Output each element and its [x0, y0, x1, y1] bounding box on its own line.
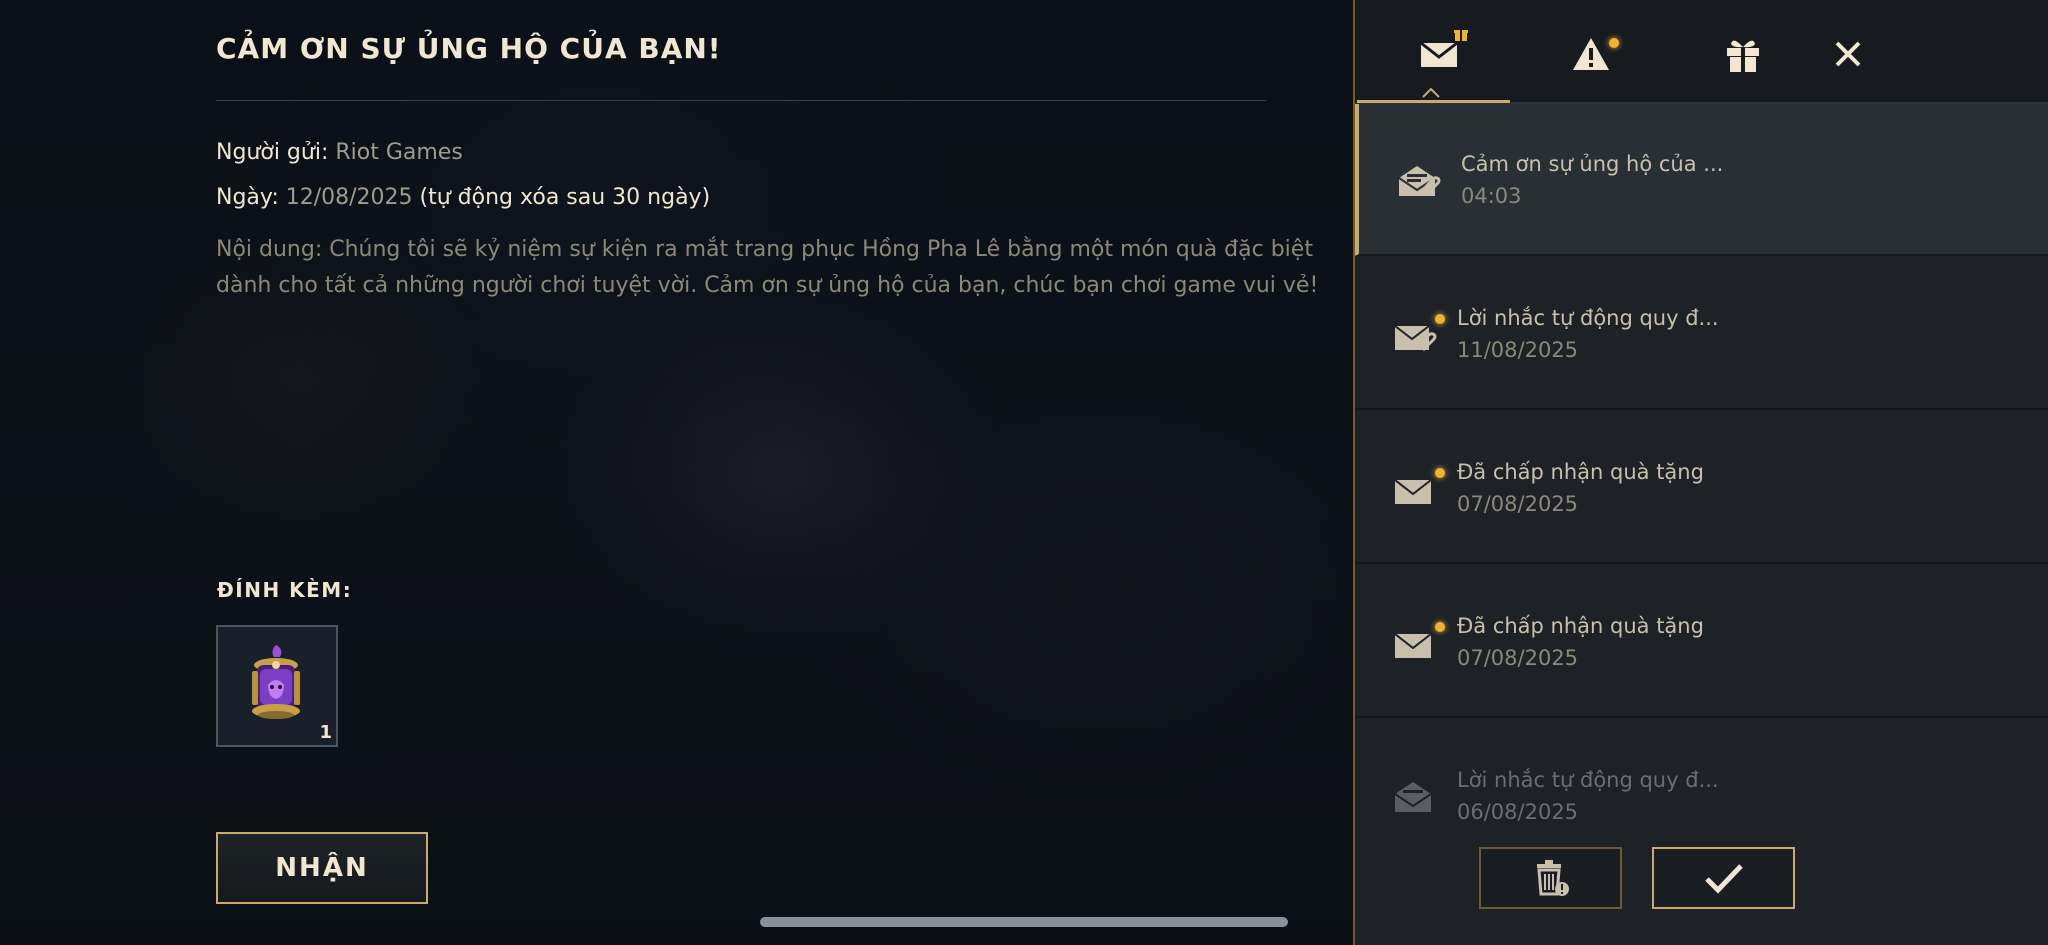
inbox-item-date: 07/08/2025 [1457, 492, 1579, 516]
gift-badge-icon [1454, 30, 1468, 41]
date-label: Ngày: [216, 185, 286, 210]
mail-icon [1394, 633, 1432, 658]
inbox-item-title: Lời nhắc tự động quy đ... [1457, 768, 1719, 792]
date-value: 12/08/2025 [285, 185, 413, 210]
alert-icon [1573, 38, 1609, 70]
inbox-item-title: Cảm ơn sự ủng hộ của ... [1461, 152, 1724, 176]
unread-dot [1435, 468, 1445, 478]
sender-value: Riot Games [335, 140, 463, 165]
inbox-item-date: 07/08/2025 [1457, 646, 1579, 670]
inbox-item-date: 04:03 [1461, 184, 1522, 208]
open-mail-attachment-icon [1398, 166, 1441, 196]
attachment-quantity: 1 [319, 722, 332, 743]
mail-title: CẢM ƠN SỰ ỦNG HỘ CỦA BẠN! [216, 32, 722, 65]
lantern-icon [252, 645, 300, 719]
delete-read-button[interactable] [1479, 847, 1622, 909]
mail-icon [1420, 41, 1458, 67]
mail-icon [1394, 479, 1432, 504]
close-button[interactable] [1822, 28, 1874, 80]
claim-button[interactable]: NHẬN [216, 832, 428, 904]
tab-alerts[interactable] [1565, 28, 1619, 80]
tab-mail[interactable] [1413, 28, 1468, 80]
caret-up-icon [1422, 87, 1440, 98]
mail-content: Nội dung: Chúng tôi sẽ kỷ niệm sự kiện r… [216, 237, 1319, 298]
close-icon [1835, 41, 1861, 67]
inbox-item[interactable]: Lời nhắc tự động quy đ... 11/08/2025 [1355, 258, 2048, 410]
confirm-button[interactable] [1652, 847, 1795, 909]
inbox-item-title: Đã chấp nhận quà tặng [1457, 614, 1704, 638]
unread-dot [1609, 38, 1619, 48]
inbox-item[interactable]: Đã chấp nhận quà tặng 07/08/2025 [1355, 566, 2048, 718]
date-row: Ngày: 12/08/2025 (tự động xóa sau 30 ngà… [216, 185, 710, 210]
mail-detail: CẢM ƠN SỰ ỦNG HỘ CỦA BẠN! Người gửi: Rio… [0, 0, 1353, 945]
trash-icon [1536, 860, 1569, 896]
inbox-item-title: Lời nhắc tự động quy đ... [1457, 306, 1719, 330]
sender-label: Người gửi: [216, 140, 336, 165]
attachment-item[interactable]: 1 [216, 625, 338, 747]
checkmark-icon [1704, 864, 1743, 894]
unread-dot [1435, 622, 1445, 632]
tab-bar [1355, 0, 2048, 104]
attachments-label: ĐÍNH KÈM: [217, 578, 353, 602]
inbox-item-date: 11/08/2025 [1457, 338, 1579, 362]
auto-delete-note: (tự động xóa sau 30 ngày) [412, 185, 711, 210]
unread-dot [1435, 314, 1445, 324]
active-tab-indicator [1357, 100, 1510, 103]
inbox-item[interactable]: Đã chấp nhận quà tặng 07/08/2025 [1355, 412, 2048, 564]
open-mail-icon [1394, 782, 1432, 812]
tab-gifts[interactable] [1717, 28, 1769, 80]
inbox-item-title: Đã chấp nhận quà tặng [1457, 460, 1704, 484]
sender-row: Người gửi: Riot Games [216, 140, 463, 165]
gift-icon [1727, 40, 1759, 72]
inbox-panel: Cảm ơn sự ủng hộ của ... 04:03 Lời nhắc … [1353, 0, 2048, 945]
divider [216, 100, 1266, 101]
mail-attachment-icon [1394, 325, 1437, 352]
inbox-item[interactable]: Cảm ơn sự ủng hộ của ... 04:03 [1355, 104, 2048, 256]
home-indicator[interactable] [760, 917, 1288, 927]
